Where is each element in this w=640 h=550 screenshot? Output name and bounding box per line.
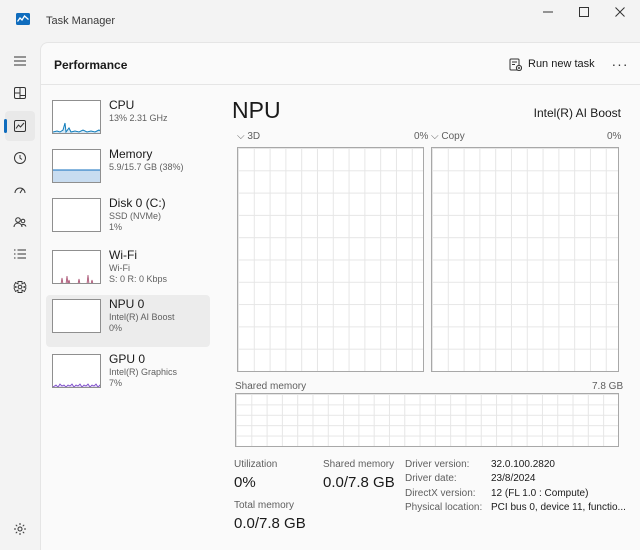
graph-3d-label: 3D — [247, 131, 261, 142]
device-name: CPU — [109, 98, 135, 112]
npu-usage: 0% — [109, 323, 123, 333]
graph-copy-value: 0% — [607, 131, 622, 142]
performance-page: Performance Run new task ··· CPU 13% 2.3… — [40, 42, 640, 550]
device-name: Wi-Fi — [109, 248, 137, 262]
wifi-thumbnail-graph — [52, 250, 101, 284]
hamburger-menu-icon — [14, 56, 26, 66]
utilization-label: Utilization — [234, 459, 278, 470]
close-button[interactable] — [606, 4, 634, 20]
services-icon — [13, 281, 27, 293]
window-title: Task Manager — [46, 15, 116, 27]
shared-memory-graph-max: 7.8 GB — [592, 381, 624, 392]
shared-memory-stat-label: Shared memory — [323, 459, 395, 470]
gpu-thumbnail-graph — [52, 354, 101, 388]
driver-version-value: 32.0.100.2820 — [491, 459, 555, 470]
device-detail: Wi-Fi S: 0 R: 0 Kbps — [109, 263, 167, 285]
wifi-adapter: Wi-Fi — [109, 263, 130, 273]
performance-icon — [14, 120, 26, 132]
driver-date-label: Driver date: — [405, 473, 457, 484]
device-item-gpu[interactable]: GPU 0 Intel(R) Graphics 7% — [46, 350, 210, 402]
nav-menu-button[interactable] — [5, 46, 35, 76]
npu-thumbnail-graph — [52, 299, 101, 333]
graph-3d-value: 0% — [414, 131, 429, 142]
device-name: GPU 0 — [109, 352, 146, 366]
utilization-value: 0% — [234, 474, 256, 491]
chevron-down-icon: ⌵ — [431, 131, 439, 142]
title-bar: Task Manager — [0, 0, 640, 42]
memory-thumbnail-graph — [52, 149, 101, 183]
device-item-cpu[interactable]: CPU 13% 2.31 GHz — [46, 96, 210, 148]
device-detail: SSD (NVMe) 1% — [109, 211, 161, 233]
device-detail: 13% 2.31 GHz — [109, 113, 168, 123]
maximize-icon — [579, 7, 589, 17]
nav-app-history[interactable] — [5, 143, 35, 173]
shared-memory-graph-label: Shared memory — [235, 381, 307, 392]
device-title: NPU — [232, 97, 281, 123]
driver-date-value: 23/8/2024 — [491, 473, 536, 484]
nav-services[interactable] — [5, 272, 35, 302]
graph-copy-usage — [431, 147, 619, 372]
directx-version-label: DirectX version: — [405, 488, 476, 499]
disk-usage: 1% — [109, 222, 123, 232]
cpu-thumbnail-graph — [52, 100, 101, 134]
run-new-task-button[interactable]: Run new task — [509, 55, 595, 73]
close-icon — [615, 7, 625, 17]
maximize-button[interactable] — [570, 4, 598, 20]
gpu-usage: 7% — [109, 378, 123, 388]
graph-3d-usage — [237, 147, 424, 372]
nav-settings[interactable] — [5, 514, 35, 544]
minimize-button[interactable] — [534, 4, 562, 20]
startup-apps-icon — [14, 187, 26, 194]
run-task-icon — [509, 58, 522, 71]
physical-location-label: Physical location: — [405, 502, 483, 513]
device-item-npu[interactable]: NPU 0 Intel(R) AI Boost 0% — [46, 295, 210, 347]
shared-memory-stat-value: 0.0/7.8 GB — [323, 474, 395, 491]
device-item-disk[interactable]: Disk 0 (C:) SSD (NVMe) 1% — [46, 194, 210, 246]
nav-processes[interactable] — [5, 78, 35, 108]
total-memory-label: Total memory — [234, 500, 295, 511]
nav-users[interactable] — [5, 207, 35, 237]
physical-location-value: PCI bus 0, device 11, functio... — [491, 502, 626, 513]
device-model-name: Intel(R) AI Boost — [533, 106, 621, 120]
minimize-icon — [543, 11, 553, 13]
device-name: Memory — [109, 147, 153, 161]
nav-details[interactable] — [5, 239, 35, 269]
total-memory-value: 0.0/7.8 GB — [234, 515, 306, 532]
task-manager-app-icon — [16, 13, 30, 25]
users-icon — [13, 217, 27, 228]
graph-3d-selector[interactable]: ⌵ 3D — [237, 131, 260, 142]
settings-icon — [14, 523, 26, 535]
nav-startup-apps[interactable] — [5, 175, 35, 205]
details-icon — [14, 249, 26, 259]
device-name: NPU 0 — [109, 297, 145, 311]
device-name: Disk 0 (C:) — [109, 196, 166, 210]
processes-icon — [14, 87, 26, 99]
run-new-task-label: Run new task — [528, 58, 595, 70]
page-title: Performance — [54, 58, 128, 72]
wifi-throughput: S: 0 R: 0 Kbps — [109, 274, 168, 284]
npu-model: Intel(R) AI Boost — [109, 312, 175, 322]
device-item-wifi[interactable]: Wi-Fi Wi-Fi S: 0 R: 0 Kbps — [46, 246, 210, 298]
navigation-rail — [0, 42, 40, 550]
device-detail: 5.9/15.7 GB (38%) — [109, 162, 184, 172]
device-detail: Intel(R) AI Boost 0% — [109, 312, 175, 334]
gpu-model: Intel(R) Graphics — [109, 367, 178, 377]
disk-type: SSD (NVMe) — [109, 211, 162, 221]
header-divider — [41, 84, 640, 85]
chevron-down-icon: ⌵ — [237, 131, 245, 142]
device-detail: Intel(R) Graphics 7% — [109, 367, 177, 389]
app-history-icon — [14, 152, 26, 164]
nav-performance[interactable] — [4, 111, 35, 141]
shared-memory-graph — [235, 393, 619, 447]
more-options-button[interactable]: ··· — [609, 53, 631, 75]
directx-version-value: 12 (FL 1.0 : Compute) — [491, 488, 589, 499]
driver-version-label: Driver version: — [405, 459, 470, 470]
device-item-memory[interactable]: Memory 5.9/15.7 GB (38%) — [46, 145, 210, 197]
graph-copy-label: Copy — [441, 131, 465, 142]
graph-copy-selector[interactable]: ⌵ Copy — [431, 131, 465, 142]
disk-thumbnail-graph — [52, 198, 101, 232]
